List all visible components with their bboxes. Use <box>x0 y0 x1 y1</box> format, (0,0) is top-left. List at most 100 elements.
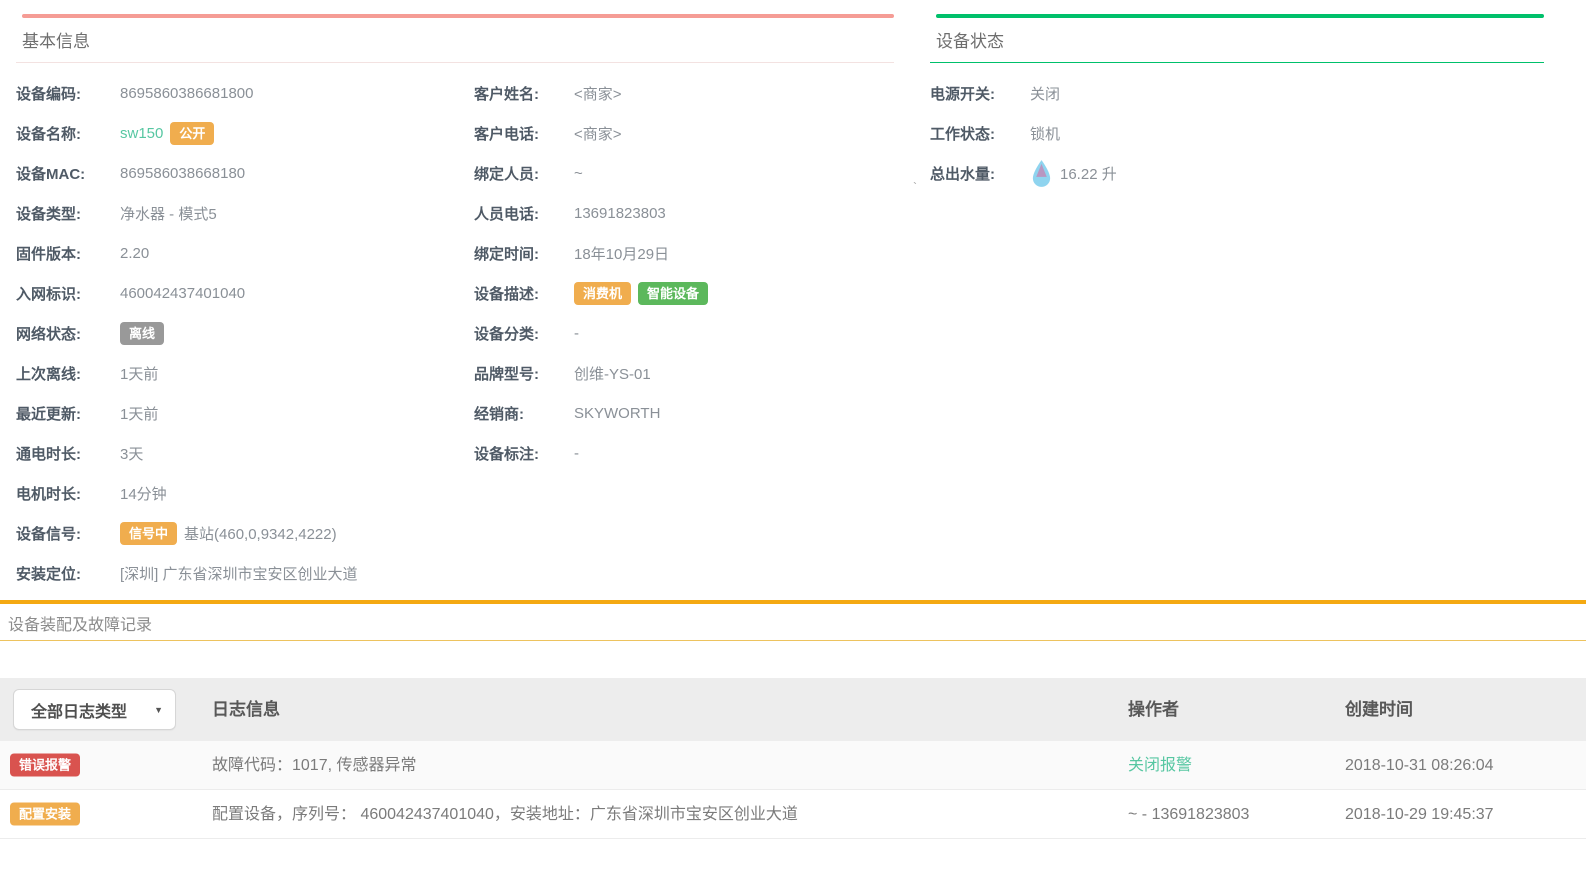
column-header-created: 创建时间 <box>1345 678 1413 741</box>
field-value: 18年10月29日 <box>574 243 669 264</box>
field-value: 14分钟 <box>120 483 167 504</box>
field-value: ~ <box>574 165 583 182</box>
field-row: 客户姓名:<商家> <box>474 73 894 113</box>
field-value: 1天前 <box>120 403 158 424</box>
log-type-select[interactable]: 全部日志类型 ▼ <box>13 689 176 730</box>
section-divider-top <box>0 600 1586 604</box>
field-row: 上次离线:1天前 <box>16 353 474 393</box>
field-value-text: - <box>574 325 579 342</box>
field-value: <商家> <box>574 123 622 144</box>
field-value: 869586038668180 <box>120 165 245 182</box>
field-label: 通电时长: <box>16 443 120 464</box>
field-row: 总出水量:16.22 升 <box>930 153 1544 193</box>
table-row: 错误报警故障代码：1017, 传感器异常关闭报警2018-10-31 08:26… <box>0 741 1586 790</box>
log-message-cell: 故障代码：1017, 传感器异常 <box>212 741 417 790</box>
field-label: 设备信号: <box>16 523 120 544</box>
chevron-down-icon: ▼ <box>154 705 163 715</box>
field-row: 人员电话:13691823803 <box>474 193 894 233</box>
field-value: 创维-YS-01 <box>574 363 651 384</box>
field-row: 工作状态:锁机 <box>930 113 1544 153</box>
field-label: 固件版本: <box>16 243 120 264</box>
field-value-text: 基站(460,0,9342,4222) <box>184 523 337 544</box>
field-value-text: 460042437401040 <box>120 285 245 302</box>
column-header-operator: 操作者 <box>1128 678 1179 741</box>
field-label: 设备MAC: <box>16 163 120 184</box>
field-row: 设备分类:- <box>474 313 894 353</box>
field-value-text: <商家> <box>574 83 622 104</box>
field-row: 设备编码:8695860386681800 <box>16 73 474 113</box>
field-value: 1天前 <box>120 363 158 384</box>
field-value: 16.22 升 <box>1030 159 1117 188</box>
close-alarm-link[interactable]: 关闭报警 <box>1128 757 1192 774</box>
field-label: 入网标识: <box>16 283 120 304</box>
field-row: 设备信号:信号中基站(460,0,9342,4222) <box>16 513 474 553</box>
field-value: 净水器 - 模式5 <box>120 203 217 224</box>
field-value-text: 创维-YS-01 <box>574 363 651 384</box>
field-value: 消费机智能设备 <box>574 282 708 305</box>
water-drop-icon <box>1030 159 1053 188</box>
log-section-title: 设备装配及故障记录 <box>8 611 152 635</box>
field-value: - <box>574 445 579 462</box>
field-value-text: <商家> <box>574 123 622 144</box>
field-row: 固件版本:2.20 <box>16 233 474 273</box>
field-row: 设备名称:sw150公开 <box>16 113 474 153</box>
field-row: 通电时长:3天 <box>16 433 474 473</box>
field-value-text: 净水器 - 模式5 <box>120 203 217 224</box>
field-value-text: SKYWORTH <box>574 405 660 422</box>
field-row: 品牌型号:创维-YS-01 <box>474 353 894 393</box>
field-value: 13691823803 <box>574 205 666 222</box>
device-status-panel: 设备状态 电源开关:关闭工作状态:锁机总出水量:16.22 升 <box>930 14 1544 193</box>
field-value-text: 13691823803 <box>574 205 666 222</box>
field-row: 客户电话:<商家> <box>474 113 894 153</box>
field-label: 网络状态: <box>16 323 120 344</box>
field-label: 电源开关: <box>930 83 1030 104</box>
field-row: 网络状态:离线 <box>16 313 474 353</box>
field-label: 人员电话: <box>474 203 574 224</box>
stray-mark: ` <box>913 180 917 194</box>
field-value: - <box>574 325 579 342</box>
field-value-text: 18年10月29日 <box>574 243 669 264</box>
field-value: 关闭 <box>1030 83 1060 104</box>
field-value: sw150公开 <box>120 122 214 145</box>
field-value-text: [深圳] 广东省深圳市宝安区创业大道 <box>120 563 358 584</box>
column-header-log: 日志信息 <box>212 678 280 741</box>
basic-info-panel: 基本信息 设备编码:8695860386681800设备名称:sw150公开设备… <box>16 14 894 593</box>
field-value: 2.20 <box>120 245 149 262</box>
created-time-cell: 2018-10-29 19:45:37 <box>1345 790 1494 839</box>
field-value-text: 869586038668180 <box>120 165 245 182</box>
field-value: [深圳] 广东省深圳市宝安区创业大道 <box>120 563 358 584</box>
field-row: 安装定位:[深圳] 广东省深圳市宝安区创业大道 <box>16 553 474 593</box>
field-value: 锁机 <box>1030 123 1060 144</box>
field-value-text: 锁机 <box>1030 123 1060 144</box>
field-value: SKYWORTH <box>574 405 660 422</box>
field-row: 最近更新:1天前 <box>16 393 474 433</box>
status-badge: 智能设备 <box>638 282 708 305</box>
field-label: 电机时长: <box>16 483 120 504</box>
log-type-select-value: 全部日志类型 <box>31 698 127 722</box>
field-value-text: 8695860386681800 <box>120 85 253 102</box>
device-name-link[interactable]: sw150 <box>120 125 163 142</box>
field-value-text: 1天前 <box>120 363 158 384</box>
log-table-header: 全部日志类型 ▼ 日志信息 操作者 创建时间 <box>0 678 1586 741</box>
field-label: 客户电话: <box>474 123 574 144</box>
field-value-text: 关闭 <box>1030 83 1060 104</box>
log-table: 全部日志类型 ▼ 日志信息 操作者 创建时间 错误报警 故障代码：1017, 传感… <box>0 678 1586 839</box>
field-label: 设备名称: <box>16 123 120 144</box>
field-row: 电机时长:14分钟 <box>16 473 474 513</box>
status-badge: 离线 <box>120 322 164 345</box>
field-value-text: 16.22 升 <box>1060 163 1117 184</box>
field-value: 8695860386681800 <box>120 85 253 102</box>
field-row: 设备标注:- <box>474 433 894 473</box>
status-badge: 错误报警 <box>10 754 80 777</box>
operator-cell: 关闭报警 <box>1128 741 1192 790</box>
device-status-title: 设备状态 <box>930 18 1544 62</box>
field-row: 电源开关:关闭 <box>930 73 1544 113</box>
field-label: 绑定人员: <box>474 163 574 184</box>
field-label: 工作状态: <box>930 123 1030 144</box>
field-label: 设备描述: <box>474 283 574 304</box>
field-label: 最近更新: <box>16 403 120 424</box>
status-badge: 配置安装 <box>10 803 80 826</box>
field-label: 设备类型: <box>16 203 120 224</box>
field-label: 设备编码: <box>16 83 120 104</box>
section-divider-bottom <box>0 640 1586 641</box>
